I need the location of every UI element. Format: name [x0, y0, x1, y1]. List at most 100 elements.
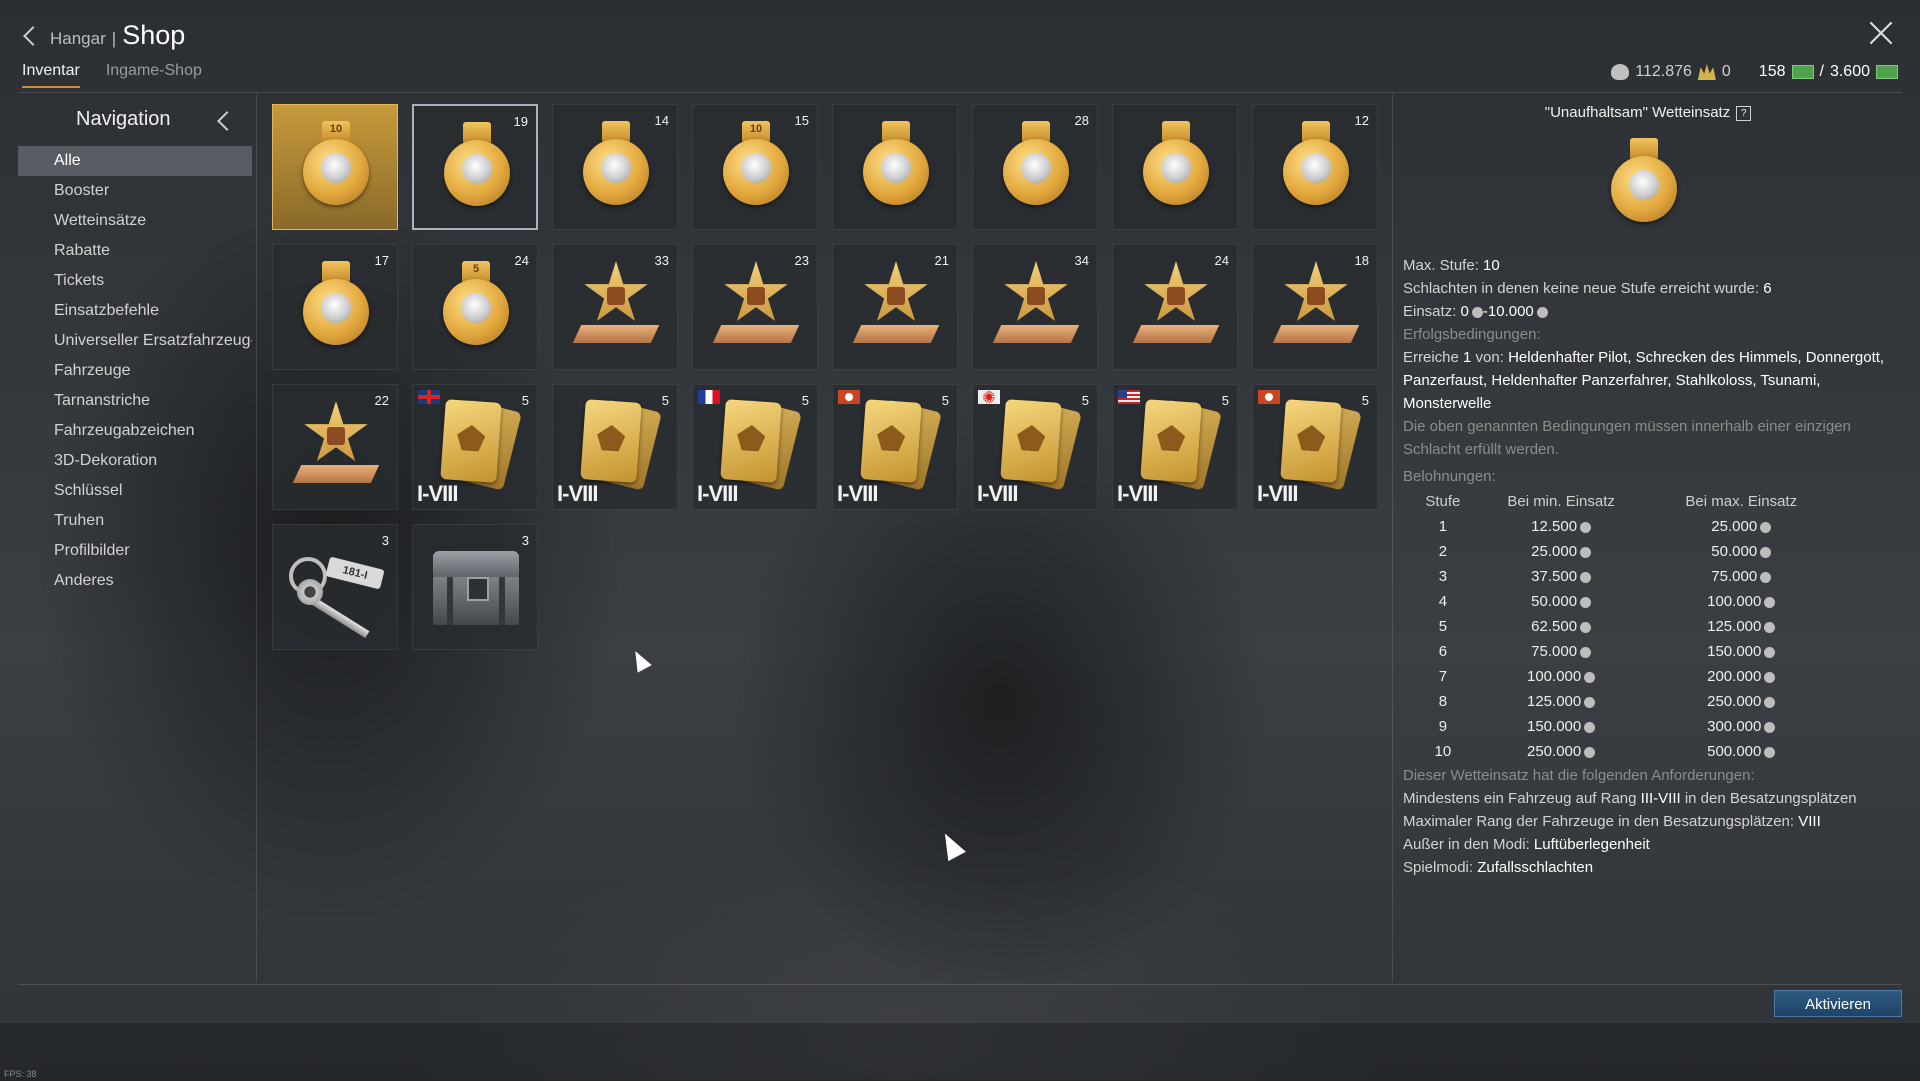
warbonds-max: 3.600	[1829, 63, 1870, 80]
activate-button[interactable]: Aktivieren	[1774, 990, 1902, 1017]
inventory-tile[interactable]: 5 24	[412, 244, 538, 370]
inventory-tile[interactable]: I-VIII 5	[972, 384, 1098, 510]
nav-item-truhen[interactable]: Truhen	[18, 506, 252, 536]
item-count: 33	[654, 253, 669, 268]
tab-ingame-shop[interactable]: Ingame-Shop	[106, 62, 202, 88]
close-icon[interactable]	[1868, 20, 1894, 46]
back-to-hangar[interactable]: Hangar | Shop	[23, 20, 185, 51]
star-base	[992, 325, 1080, 343]
inventory-tile[interactable]: 3	[412, 524, 538, 650]
nation-flag-icon	[698, 390, 720, 404]
order-card-icon	[1279, 397, 1362, 491]
warbond-icon	[1876, 65, 1898, 79]
item-count: 19	[513, 114, 528, 129]
inventory-tile[interactable]: 18	[1252, 244, 1378, 370]
help-icon[interactable]: ?	[1736, 105, 1752, 121]
reward-max: 300.000	[1707, 718, 1762, 735]
reward-max-cell: 100.000	[1650, 589, 1834, 614]
reward-level: 2	[1438, 543, 1448, 560]
nav-item-tickets[interactable]: Tickets	[18, 266, 252, 296]
item-count: 5	[1221, 393, 1229, 408]
item-count: 5	[661, 393, 669, 408]
reward-min: 12.500	[1531, 518, 1578, 535]
reward-max-cell: 150.000	[1650, 639, 1834, 664]
inventory-tile[interactable]: 28	[972, 104, 1098, 230]
reward-max-cell: 50.000	[1650, 539, 1834, 564]
wager-medal-icon: 5	[441, 261, 511, 357]
inventory-tile[interactable]: 17	[272, 244, 398, 370]
inventory-tile[interactable]: I-VIII 5	[832, 384, 958, 510]
inventory-tile[interactable]	[832, 104, 958, 230]
stake-line: Einsatz: 0 -10.000	[1403, 300, 1893, 323]
tier-label: I-VIII	[1117, 481, 1158, 506]
wager-medal-icon: 10	[721, 121, 791, 217]
silver-lion-icon	[1536, 306, 1548, 318]
item-count: 24	[514, 253, 529, 268]
col-header-max: Bei max. Einsatz	[1685, 492, 1798, 510]
reward-min-cell: 150.000	[1473, 714, 1650, 739]
inventory-tile[interactable]: 19	[412, 104, 538, 230]
inventory-tile[interactable]: I-VIII 5	[412, 384, 538, 510]
reward-max: 250.000	[1707, 693, 1762, 710]
rewards-label: Belohnungen:	[1403, 468, 1496, 485]
inventory-tile[interactable]: 21	[832, 244, 958, 370]
key-head	[297, 579, 323, 605]
nav-item-profilbilder[interactable]: Profilbilder	[18, 536, 252, 566]
inventory-tile[interactable]: 12	[1252, 104, 1378, 230]
inventory-tile[interactable]: 14	[552, 104, 678, 230]
item-count: 5	[1081, 393, 1089, 408]
back-label[interactable]: Hangar	[50, 29, 106, 49]
inventory-tile[interactable]: 23	[692, 244, 818, 370]
star-base	[712, 325, 800, 343]
tab-inventar[interactable]: Inventar	[22, 62, 80, 88]
reward-min-cell: 250.000	[1473, 739, 1650, 764]
nav-item-rabatte[interactable]: Rabatte	[18, 236, 252, 266]
nav-item-fahrzeugabzeichen[interactable]: Fahrzeugabzeichen	[18, 416, 252, 446]
inventory-tile[interactable]: I-VIII 5	[552, 384, 678, 510]
inventory-tile[interactable]: 34	[972, 244, 1098, 370]
item-count: 14	[654, 113, 669, 128]
nav-title: Navigation	[76, 108, 171, 130]
item-count: 22	[374, 393, 389, 408]
reward-min-cell: 25.000	[1473, 539, 1650, 564]
nation-flag-icon	[1118, 390, 1140, 404]
nav-item-booster[interactable]: Booster	[18, 176, 252, 206]
silver-lion-icon	[1580, 596, 1592, 608]
inventory-tile[interactable]: I-VIII 5	[692, 384, 818, 510]
inventory-tile[interactable]	[1112, 104, 1238, 230]
nav-item-wetteinsaetze[interactable]: Wetteinsätze	[18, 206, 252, 236]
nav-item-fahrzeuge[interactable]: Fahrzeuge	[18, 356, 252, 386]
reward-max: 150.000	[1707, 643, 1762, 660]
nav-item-tarnanstriche[interactable]: Tarnanstriche	[18, 386, 252, 416]
inventory-tile[interactable]: 22	[272, 384, 398, 510]
silver-lion-icon	[1584, 671, 1596, 683]
reward-min: 250.000	[1527, 743, 1582, 760]
nav-item-schluessel[interactable]: Schlüssel	[18, 476, 252, 506]
inventory-tile[interactable]: 10 15	[692, 104, 818, 230]
nav-item-3d-dekoration[interactable]: 3D-Dekoration	[18, 446, 252, 476]
nav-item-ersatzfahrzeug[interactable]: Universeller Ersatzfahrzeug-G	[18, 326, 252, 356]
key-tag: 181-I	[325, 556, 385, 590]
reward-max-cell: 300.000	[1650, 714, 1834, 739]
inventory-tile[interactable]: 10	[272, 104, 398, 230]
silver-lion-icon	[1471, 306, 1483, 318]
inventory-tile[interactable]: 181-I 3	[272, 524, 398, 650]
navigation-panel: Navigation Alle Booster Wetteinsätze Rab…	[18, 94, 257, 982]
inventory-tile[interactable]: 33	[552, 244, 678, 370]
tier-label: I-VIII	[1257, 481, 1298, 506]
inventory-tile[interactable]: I-VIII 5	[1252, 384, 1378, 510]
order-card-icon	[859, 397, 942, 491]
nav-item-anderes[interactable]: Anderes	[18, 566, 252, 596]
inventory-tile[interactable]: I-VIII 5	[1112, 384, 1238, 510]
reward-row: 9 150.000 300.000	[1413, 714, 1833, 739]
reward-level: 6	[1438, 643, 1448, 660]
nav-item-alle[interactable]: Alle	[18, 146, 252, 176]
achieve-line: Erreiche 1 von: Heldenhafter Pilot, Schr…	[1403, 349, 1885, 412]
chevron-left-icon[interactable]	[23, 26, 43, 46]
nav-item-einsatzbefehle[interactable]: Einsatzbefehle	[18, 296, 252, 326]
inventory-tile[interactable]: 24	[1112, 244, 1238, 370]
reward-max: 50.000	[1711, 543, 1758, 560]
silver-lion-icon	[1584, 746, 1596, 758]
collapse-chevron-icon[interactable]	[217, 111, 237, 131]
rewards-table: Stufe Bei min. Einsatz Bei max. Einsatz …	[1413, 488, 1833, 764]
